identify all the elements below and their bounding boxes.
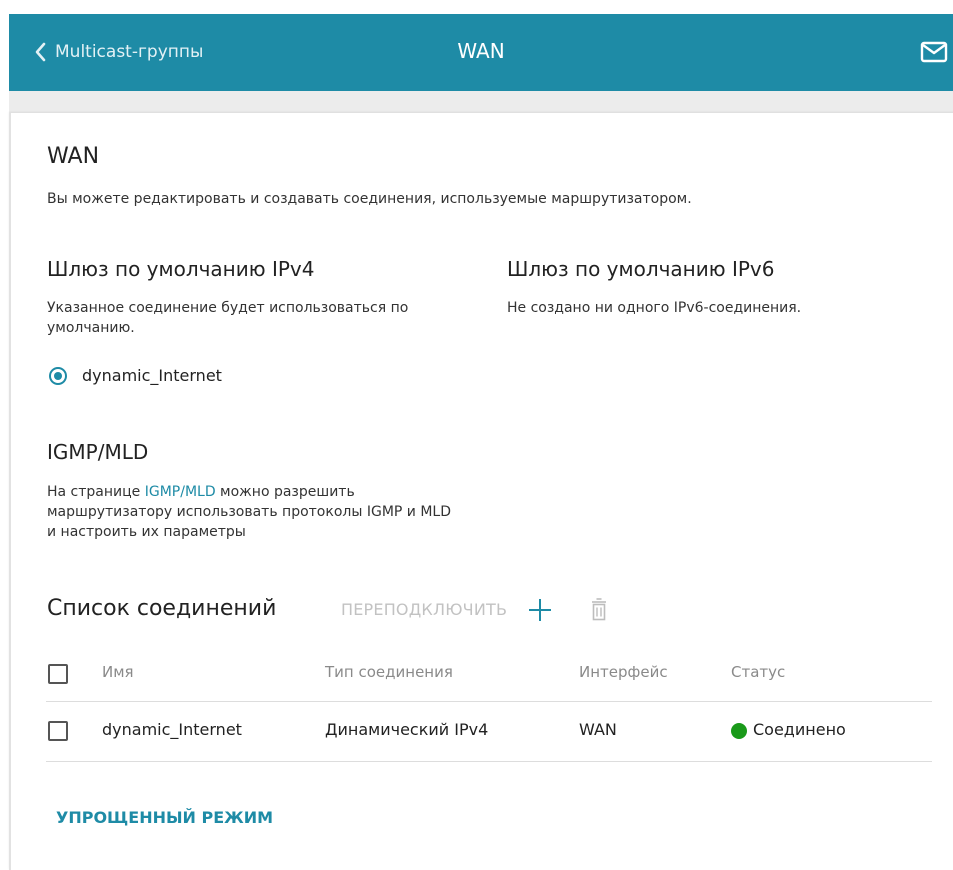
page-description: Вы можете редактировать и создавать соед… <box>47 191 692 207</box>
column-header-status: Статус <box>731 663 786 681</box>
column-header-interface: Интерфейс <box>579 663 668 681</box>
row-name-cell[interactable]: dynamic_Internet <box>102 720 242 739</box>
table-row-divider <box>46 761 932 762</box>
igmp-page-link[interactable]: IGMP/MLD <box>145 484 216 500</box>
ipv6-gateway-description: Не создано ни одного IPv6-соединения. <box>507 300 802 316</box>
row-checkbox[interactable] <box>48 721 68 741</box>
top-bar: Multicast-группы WAN <box>9 14 953 91</box>
row-status-cell: Соединено <box>753 720 846 739</box>
delete-connection-button[interactable] <box>591 597 607 622</box>
select-all-checkbox[interactable] <box>48 664 68 684</box>
row-type-cell: Динамический IPv4 <box>325 720 489 739</box>
ipv4-gateway-description: Указанное соединение будет использоватьс… <box>47 300 409 336</box>
column-header-type: Тип соединения <box>325 663 453 681</box>
header-gap <box>9 91 953 113</box>
page-header-title: WAN <box>457 39 505 63</box>
plus-icon <box>528 598 552 622</box>
igmp-text-before: На странице <box>47 484 145 500</box>
table-header-divider <box>46 701 932 702</box>
mail-icon <box>920 41 948 63</box>
reconnect-button[interactable]: ПЕРЕПОДКЛЮЧИТЬ <box>341 600 507 619</box>
notifications-button[interactable] <box>920 41 948 63</box>
ipv4-gateway-radio[interactable] <box>49 367 67 385</box>
status-connected-icon <box>731 723 747 739</box>
connections-heading: Список соединений <box>47 596 277 621</box>
simple-mode-button[interactable]: УПРОЩЕННЫЙ РЕЖИМ <box>56 808 273 827</box>
row-interface-cell: WAN <box>579 720 617 739</box>
ipv4-gateway-radio-label[interactable]: dynamic_Internet <box>82 366 222 385</box>
trash-icon <box>591 597 607 622</box>
add-connection-button[interactable] <box>528 598 552 622</box>
ipv4-gateway-heading: Шлюз по умолчанию IPv4 <box>47 257 315 281</box>
ipv6-gateway-heading: Шлюз по умолчанию IPv6 <box>507 257 775 281</box>
igmp-heading: IGMP/MLD <box>47 440 149 464</box>
igmp-description: На странице IGMP/MLD можно разрешить мар… <box>47 482 457 542</box>
page-title: WAN <box>47 144 100 169</box>
column-header-name: Имя <box>102 663 134 681</box>
